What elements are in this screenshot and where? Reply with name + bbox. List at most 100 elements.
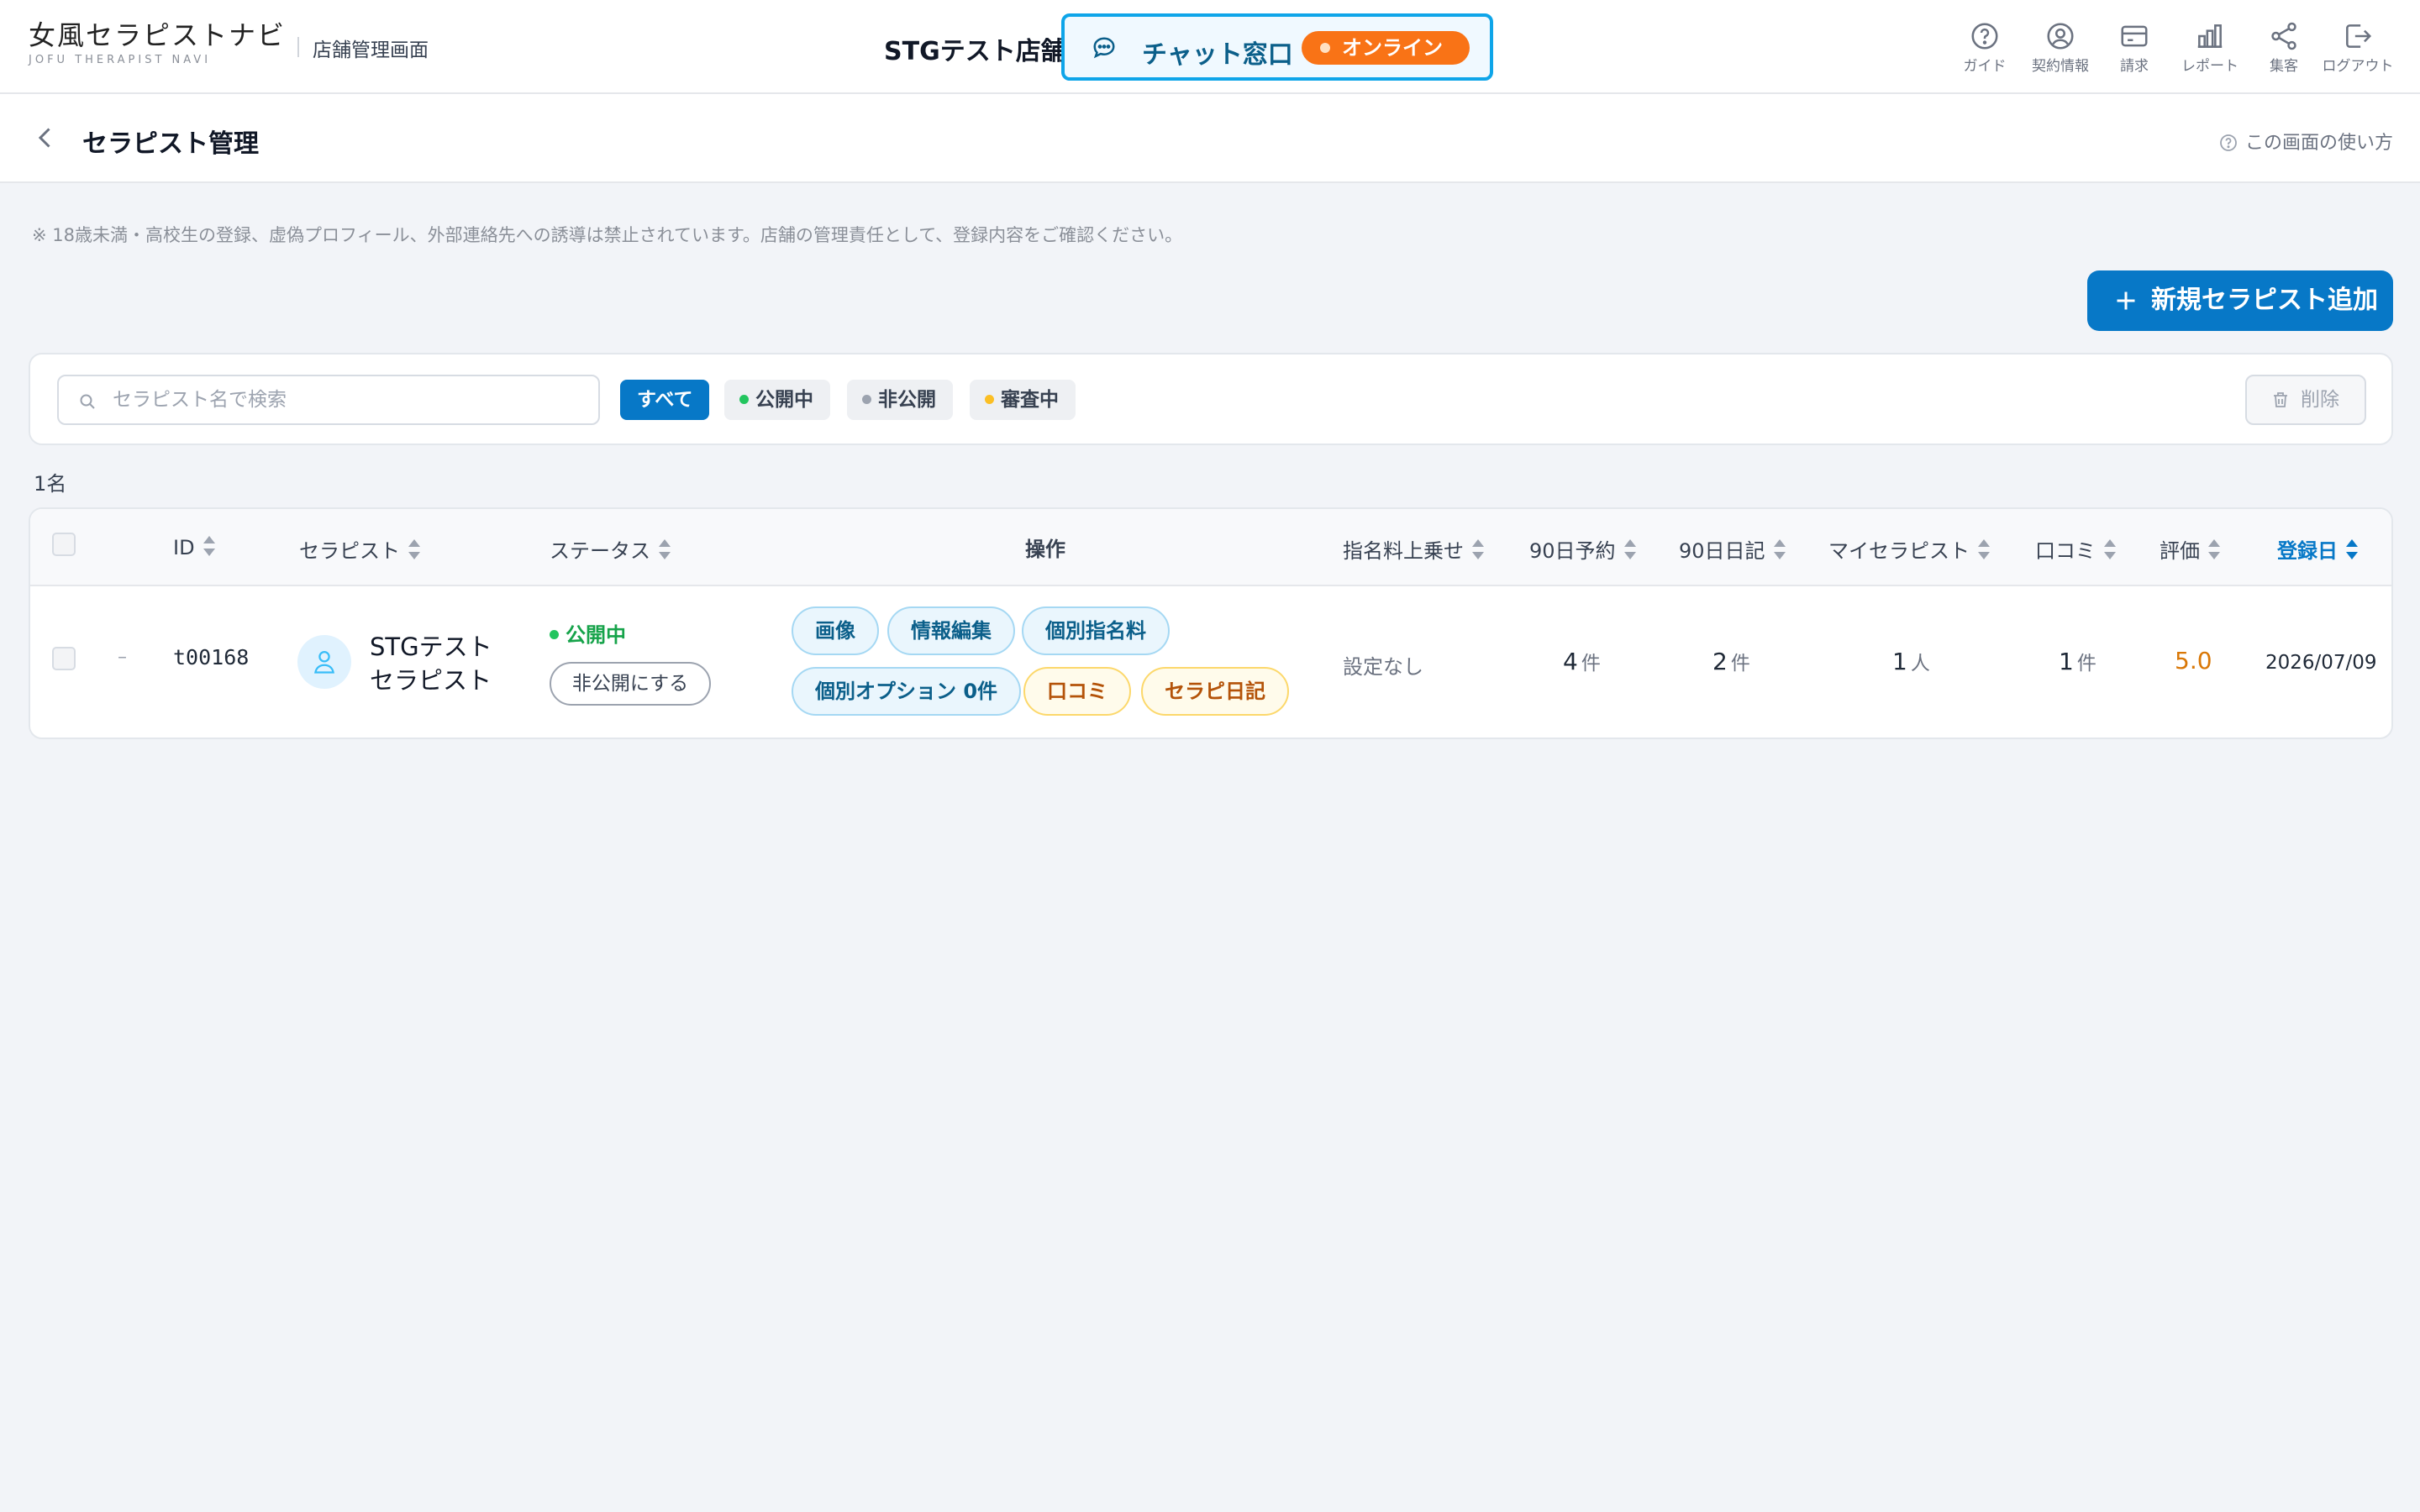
col-id[interactable]: ID bbox=[173, 534, 217, 559]
bar-chart-icon bbox=[2197, 24, 2223, 48]
store-name: STGテスト店舗 bbox=[884, 37, 1066, 66]
nav-marketing-label: 集客 bbox=[2270, 58, 2298, 75]
diary-unit: 件 bbox=[1730, 653, 1750, 675]
filter-chip-review-label: 審査中 bbox=[1001, 389, 1059, 411]
status-dot-green bbox=[739, 395, 749, 404]
help-link[interactable]: この画面の使い方 bbox=[2218, 128, 2393, 155]
sort-icon bbox=[659, 539, 671, 559]
status-dot-yellow bbox=[985, 395, 994, 404]
nav-marketing[interactable]: 集客 bbox=[2242, 20, 2326, 75]
individual-fee-button[interactable]: 個別指名料 bbox=[1022, 606, 1170, 655]
reviews-unit: 件 bbox=[2076, 653, 2096, 675]
my-therapist-value: 1人 bbox=[1892, 647, 1930, 675]
result-count: 1名 bbox=[34, 472, 67, 496]
top-header: 女風セラピストナビ JOFU THERAPIST NAVI 店舗管理画面 STG… bbox=[0, 0, 2420, 94]
chat-bubble-icon bbox=[1093, 37, 1115, 59]
col-diary-label: 90日日記 bbox=[1679, 539, 1765, 563]
my-therapist-unit: 人 bbox=[1910, 653, 1930, 675]
col-actions: 操作 bbox=[1025, 533, 1065, 562]
col-rating[interactable]: 評価 bbox=[2160, 534, 2222, 564]
avatar bbox=[297, 635, 351, 689]
sort-icon bbox=[1472, 539, 1484, 559]
sort-icon bbox=[2208, 539, 2220, 559]
therapist-table: ID セラピスト ステータス 操作 指名料上乗せ 90日予約 90日日記 マイセ… bbox=[29, 507, 2393, 739]
filter-chip-private-label: 非公開 bbox=[878, 389, 936, 411]
sort-icon bbox=[203, 536, 215, 556]
my-therapist-count: 1 bbox=[1892, 648, 1907, 675]
sort-icon bbox=[1623, 539, 1636, 559]
registered-date: 2026/07/09 bbox=[2265, 652, 2377, 674]
nav-logout[interactable]: ログアウト bbox=[2316, 20, 2400, 75]
sort-icon bbox=[408, 539, 420, 559]
col-my-therapist-label: マイセラピスト bbox=[1828, 539, 1970, 563]
page-title-bar: セラピスト管理 この画面の使い方 bbox=[0, 94, 2420, 183]
nav-report[interactable]: レポート bbox=[2168, 20, 2252, 75]
sort-icon bbox=[1773, 539, 1786, 559]
share-icon bbox=[2271, 22, 2296, 50]
image-button[interactable]: 画像 bbox=[792, 606, 879, 655]
filter-chip-public[interactable]: 公開中 bbox=[724, 380, 830, 420]
col-status-label: ステータス bbox=[550, 539, 650, 563]
chat-label: チャット窓口 bbox=[1142, 40, 1293, 70]
filter-chip-review[interactable]: 審査中 bbox=[970, 380, 1076, 420]
col-fee[interactable]: 指名料上乗せ bbox=[1343, 534, 1486, 564]
online-status-label: オンライン bbox=[1342, 36, 1443, 60]
make-private-button[interactable]: 非公開にする bbox=[550, 662, 711, 706]
delete-button[interactable]: 削除 bbox=[2245, 375, 2366, 425]
col-therapist[interactable]: セラピスト bbox=[299, 534, 422, 564]
logo-subtitle: JOFU THERAPIST NAVI bbox=[29, 54, 212, 66]
col-actions-label: 操作 bbox=[1025, 538, 1065, 561]
col-my-therapist[interactable]: マイセラピスト bbox=[1828, 534, 1991, 564]
filter-chip-private[interactable]: 非公開 bbox=[847, 380, 953, 420]
page-title: セラピスト管理 bbox=[82, 129, 259, 159]
col-reservations-label: 90日予約 bbox=[1529, 539, 1616, 563]
nav-contract[interactable]: 契約情報 bbox=[2018, 20, 2102, 75]
nav-contract-label: 契約情報 bbox=[2032, 58, 2089, 75]
policy-notice: ※ 18歳未満・高校生の登録、虚偽プロフィール、外部連絡先への誘導は禁止されてい… bbox=[32, 225, 1183, 245]
row-expand[interactable]: – bbox=[118, 647, 127, 668]
row-id: t00168 bbox=[173, 645, 250, 669]
site-logo[interactable]: 女風セラピストナビ JOFU THERAPIST NAVI bbox=[29, 18, 286, 66]
reviews-button[interactable]: 口コミ bbox=[1023, 667, 1131, 716]
status-dot-gray bbox=[862, 395, 871, 404]
diary-count: 2 bbox=[1712, 648, 1728, 675]
reviews-value: 1件 bbox=[2059, 647, 2096, 675]
col-registered[interactable]: 登録日 bbox=[2277, 534, 2360, 564]
therapist-name[interactable]: STGテスト セラピスト bbox=[370, 630, 492, 697]
plus-icon bbox=[2117, 291, 2135, 310]
online-dot bbox=[1320, 43, 1330, 53]
col-reviews[interactable]: 口コミ bbox=[2035, 534, 2118, 564]
user-circle-icon bbox=[2047, 23, 2074, 50]
select-all-checkbox[interactable] bbox=[52, 533, 76, 556]
logo-divider bbox=[297, 37, 299, 57]
col-diary[interactable]: 90日日記 bbox=[1679, 534, 1787, 564]
col-reservations[interactable]: 90日予約 bbox=[1529, 534, 1638, 564]
row-checkbox[interactable] bbox=[52, 647, 76, 670]
search-input[interactable] bbox=[113, 385, 583, 415]
back-arrow-icon[interactable] bbox=[30, 123, 60, 153]
reservations-unit: 件 bbox=[1581, 653, 1601, 675]
search-box[interactable] bbox=[57, 375, 600, 425]
nav-billing[interactable]: 請求 bbox=[2092, 20, 2176, 75]
add-therapist-button[interactable]: 新規セラピスト追加 bbox=[2087, 270, 2393, 331]
filter-chip-all-label: すべて bbox=[637, 389, 693, 411]
rating-value: 5.0 bbox=[2175, 647, 2212, 675]
filter-chip-all[interactable]: すべて bbox=[620, 380, 710, 420]
sort-active-icon bbox=[2346, 539, 2358, 559]
diary-button[interactable]: セラピ日記 bbox=[1141, 667, 1289, 716]
col-status[interactable]: ステータス bbox=[550, 534, 672, 564]
individual-options-button[interactable]: 個別オプション 0件 bbox=[792, 667, 1022, 716]
logout-icon bbox=[2346, 24, 2372, 48]
chat-window-button[interactable]: チャット窓口 オンライン bbox=[1061, 13, 1493, 81]
nav-guide[interactable]: ガイド bbox=[1943, 20, 2027, 75]
delete-label: 削除 bbox=[2301, 389, 2339, 411]
reservations-value: 4件 bbox=[1563, 647, 1601, 675]
reservations-count: 4 bbox=[1563, 648, 1578, 675]
nav-billing-label: 請求 bbox=[2120, 58, 2149, 75]
edit-info-button[interactable]: 情報編集 bbox=[887, 606, 1015, 655]
section-label: 店舗管理画面 bbox=[313, 39, 429, 61]
col-registered-label: 登録日 bbox=[2277, 539, 2338, 563]
col-rating-label: 評価 bbox=[2160, 539, 2200, 563]
col-fee-label: 指名料上乗せ bbox=[1343, 539, 1464, 563]
user-icon bbox=[314, 651, 334, 674]
